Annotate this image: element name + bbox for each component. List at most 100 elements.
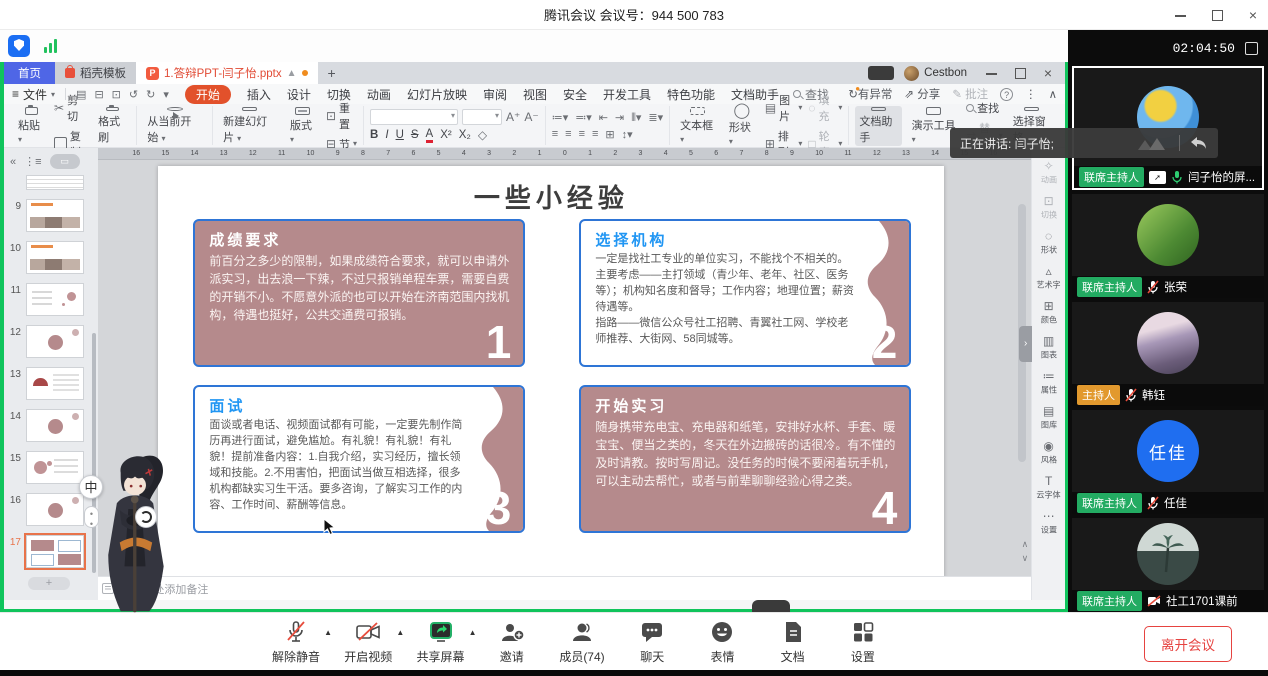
- invite-button[interactable]: 邀请: [489, 619, 535, 665]
- paste-button[interactable]: 粘贴 ▾: [14, 106, 48, 146]
- more-icon[interactable]: ▾: [163, 88, 169, 101]
- participant-tile[interactable]: 联席主持人 张荣: [1072, 194, 1264, 298]
- slide-thumb-8[interactable]: [26, 175, 84, 190]
- panel-expand-handle[interactable]: ›: [1019, 326, 1032, 362]
- panel-item-transition[interactable]: ⊡切换: [1032, 193, 1065, 223]
- leave-meeting-button[interactable]: 离开会议: [1144, 626, 1232, 662]
- increase-font-icon[interactable]: A⁺: [506, 111, 520, 123]
- file-menu[interactable]: ≡ 文件 ▾: [12, 86, 55, 103]
- numbering-icon[interactable]: ≕▾: [575, 111, 592, 124]
- ribbon-tab-security[interactable]: 安全: [563, 86, 587, 103]
- ribbon-tab-design[interactable]: 设计: [287, 86, 311, 103]
- sync-status-button[interactable]: ↻有异常●: [848, 86, 892, 102]
- emoji-button[interactable]: 表情: [699, 619, 745, 665]
- subscript-button[interactable]: X₂: [459, 129, 471, 141]
- undo-icon[interactable]: ↺: [129, 88, 138, 101]
- strikethrough-button[interactable]: S: [411, 129, 419, 141]
- slide-box-1[interactable]: 成绩要求 前百分之多少的限制，如果成绩符合要求，就可以申请外派实习，出去浪一下辣…: [193, 219, 525, 367]
- ribbon-tab-developer[interactable]: 开发工具: [603, 86, 651, 103]
- ime-switch-button[interactable]: [135, 506, 157, 528]
- align-right-icon[interactable]: ≡: [579, 128, 585, 140]
- next-slide-arrow[interactable]: ∨: [1022, 553, 1029, 564]
- para-spacing-icon[interactable]: ↕▾: [622, 128, 633, 141]
- justify-icon[interactable]: ≡: [592, 128, 598, 140]
- ribbon-tab-special[interactable]: 特色功能: [667, 86, 715, 103]
- start-video-button[interactable]: 开启视频 ▲: [344, 619, 392, 665]
- ime-menu-button[interactable]: ••: [84, 506, 99, 528]
- share-button[interactable]: ⇗ 分享: [904, 86, 940, 102]
- participant-tile[interactable]: 联席主持人 社工1701课前: [1072, 518, 1264, 612]
- tab-home[interactable]: 首页: [4, 62, 55, 84]
- align-center-icon[interactable]: ≡: [565, 128, 571, 140]
- video-options-caret[interactable]: ▲: [396, 628, 404, 637]
- panel-item-style[interactable]: ◉风格: [1032, 438, 1065, 468]
- superscript-button[interactable]: X²: [440, 129, 452, 141]
- reply-arrow-icon[interactable]: [1188, 135, 1208, 151]
- account-area[interactable]: Cestbon: [904, 62, 967, 84]
- collapse-panel-icon[interactable]: «: [10, 156, 16, 168]
- new-slide-button[interactable]: 新建幻灯片 ▾: [219, 106, 280, 146]
- cut-button[interactable]: ✂剪切: [54, 92, 88, 124]
- ime-mode-badge[interactable]: 中: [79, 475, 103, 499]
- format-painter-button[interactable]: 格式刷: [94, 106, 130, 146]
- ribbon-tab-animation[interactable]: 动画: [367, 86, 391, 103]
- underline-button[interactable]: U: [396, 129, 404, 141]
- ribbon-tab-insert[interactable]: 插入: [247, 86, 271, 103]
- bullets-icon[interactable]: ≔▾: [552, 111, 569, 124]
- doc-assistant-button[interactable]: 文档助手: [855, 106, 901, 146]
- wps-minimize-button[interactable]: [985, 66, 999, 80]
- members-button[interactable]: 成员(74): [559, 619, 605, 665]
- layout-button[interactable]: 版式 ▾: [286, 106, 320, 146]
- slide-thumb-15[interactable]: [26, 451, 84, 484]
- bold-button[interactable]: B: [370, 129, 378, 141]
- participant-tile[interactable]: 任佳 联席主持人 任佳: [1072, 410, 1264, 514]
- clear-format-icon[interactable]: ◇: [478, 129, 487, 141]
- preview-icon[interactable]: ⊡: [112, 88, 121, 101]
- panel-item-animation[interactable]: ✧动画: [1032, 158, 1065, 188]
- ribbon-tab-slideshow[interactable]: 幻灯片放映: [407, 86, 467, 103]
- wps-maximize-button[interactable]: [1013, 66, 1027, 80]
- panel-item-charts[interactable]: ▥图表: [1032, 333, 1065, 363]
- more-menu-icon[interactable]: ⋮: [1025, 87, 1037, 101]
- panel-item-gallery[interactable]: ▤图库: [1032, 403, 1065, 433]
- tab-document[interactable]: P 1.答辩PPT-闫子怡.pptx ▲: [136, 62, 318, 84]
- close-button[interactable]: ×: [1246, 8, 1260, 22]
- play-from-current-button[interactable]: 从当前开始 ▾: [143, 106, 206, 146]
- shapes-button[interactable]: ◯形状 ▾: [725, 106, 759, 146]
- outline-view-icon[interactable]: ⋮≡: [24, 155, 41, 168]
- slide-box-3[interactable]: 面试 面谈或者电话、视频面试都有可能，一定要先制作简历再进行面试，避免尴尬。有礼…: [193, 385, 525, 533]
- collapse-ribbon-icon[interactable]: ∧: [1049, 87, 1057, 101]
- panel-item-wordart[interactable]: ▵艺术字: [1032, 263, 1065, 293]
- minimize-button[interactable]: [1174, 8, 1188, 22]
- previous-slide-arrow[interactable]: ∧: [1022, 539, 1029, 550]
- slide-thumb-10[interactable]: [26, 241, 84, 274]
- slide-thumb-11[interactable]: [26, 283, 84, 316]
- ribbon-tab-review[interactable]: 审阅: [483, 86, 507, 103]
- panel-item-colors[interactable]: ⊞颜色: [1032, 298, 1065, 328]
- meeting-bar-collapse-handle[interactable]: [752, 600, 790, 612]
- slide-canvas-area[interactable]: 一些小经验 成绩要求 前百分之多少的限制，如果成绩符合要求，就可以申请外派实习，…: [98, 160, 1031, 576]
- font-color-button[interactable]: A: [426, 128, 434, 143]
- indent-icon[interactable]: ⇥: [615, 111, 624, 124]
- add-slide-button[interactable]: +: [28, 577, 70, 590]
- italic-button[interactable]: I: [385, 129, 388, 141]
- slide-thumb-12[interactable]: [26, 325, 84, 358]
- text-box-button[interactable]: 文本框 ▾: [676, 106, 719, 146]
- ribbon-tab-home[interactable]: 开始: [185, 85, 231, 104]
- slide-box-2[interactable]: 选择机构 一定是找社工专业的单位实习，不能找个不相关的。 主要考虑——主打领域（…: [579, 219, 911, 367]
- slide-thumb-13[interactable]: [26, 367, 84, 400]
- panel-item-settings[interactable]: ⋯设置: [1032, 508, 1065, 538]
- decrease-font-icon[interactable]: A⁻: [524, 111, 538, 123]
- ribbon-tab-view[interactable]: 视图: [523, 86, 547, 103]
- slide-canvas[interactable]: 一些小经验 成绩要求 前百分之多少的限制，如果成绩符合要求，就可以申请外派实习，…: [158, 166, 944, 576]
- align-left-icon[interactable]: ≡: [552, 128, 558, 140]
- line-spacing-icon[interactable]: ≣▾: [648, 111, 663, 124]
- print-icon[interactable]: ⊟: [94, 88, 103, 101]
- panel-item-cloudfont[interactable]: T云字体: [1032, 473, 1065, 503]
- slide-view-icon[interactable]: ▭: [50, 154, 80, 169]
- slide-box-4[interactable]: 开始实习 随身携带充电宝、充电器和纸笔，安排好水杯、手套、暖宝宝、便当之类的，冬…: [579, 385, 911, 533]
- new-tab-button[interactable]: +: [318, 62, 346, 84]
- chat-button[interactable]: 聊天: [629, 619, 675, 665]
- panel-item-properties[interactable]: ≔属性: [1032, 368, 1065, 398]
- panel-item-shapes[interactable]: ◌形状: [1032, 228, 1065, 258]
